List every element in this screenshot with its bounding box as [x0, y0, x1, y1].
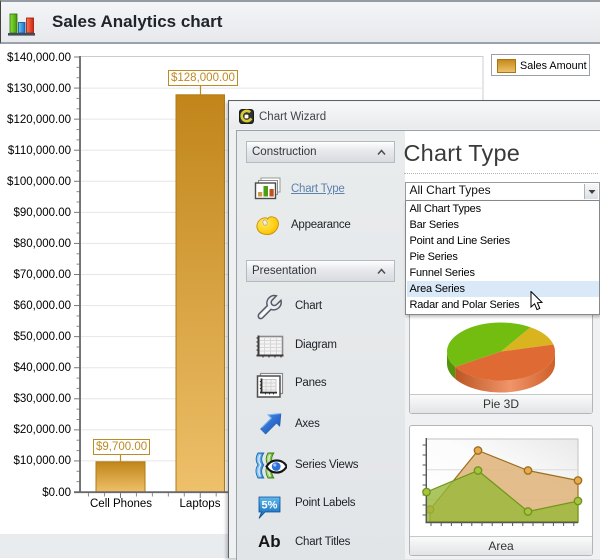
svg-text:5%: 5%: [262, 500, 278, 512]
